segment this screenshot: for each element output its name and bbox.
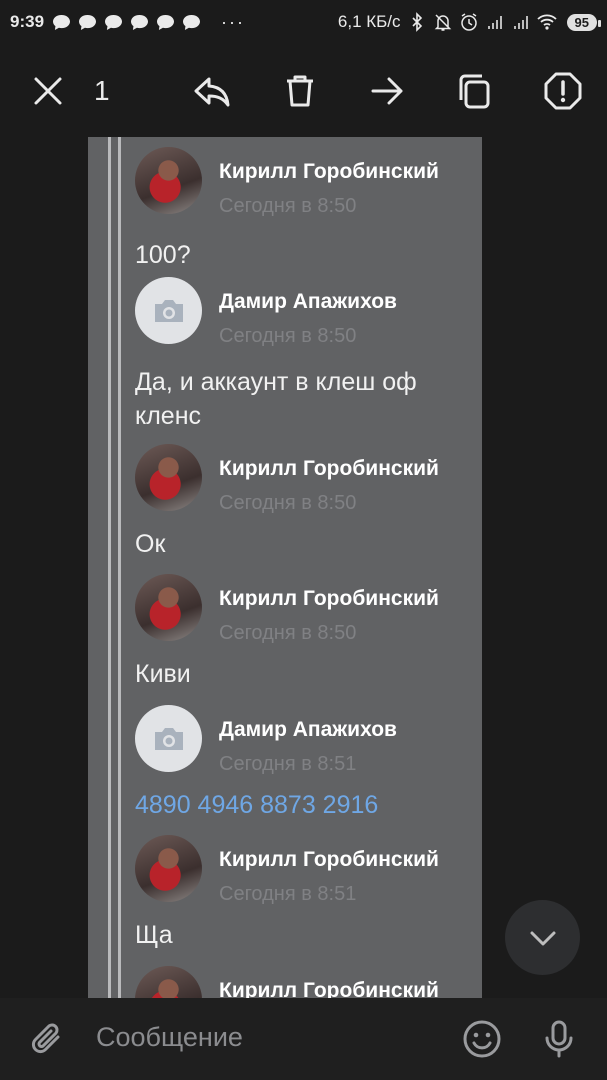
trash-icon — [287, 75, 313, 107]
message-author[interactable]: Кирилл Горобинский — [219, 160, 439, 184]
message-time: Сегодня в 8:51 — [219, 753, 357, 775]
message-author[interactable]: Кирилл Горобинский — [219, 848, 439, 872]
status-bar: 9:39 ··· 6,1 КБ/с 95 — [0, 0, 607, 44]
copy-icon — [459, 74, 490, 109]
alarm-icon — [460, 13, 477, 31]
avatar[interactable] — [135, 444, 202, 511]
camera-icon — [154, 727, 183, 750]
reply-icon — [194, 77, 230, 107]
message-text: Ок — [135, 530, 166, 558]
battery-indicator: 95 — [566, 13, 602, 31]
report-button[interactable] — [541, 69, 585, 113]
message-text: 100? — [135, 241, 191, 269]
paperclip-icon — [31, 1023, 60, 1054]
message-text: Киви — [135, 660, 191, 688]
wifi-icon — [536, 14, 557, 30]
chat-bubble-icon — [79, 14, 97, 30]
warning-octagon-icon — [544, 72, 582, 110]
camera-icon — [154, 299, 183, 322]
avatar[interactable] — [135, 277, 202, 344]
attach-button[interactable] — [27, 1018, 69, 1060]
chevron-down-icon — [530, 931, 555, 945]
forward-button[interactable] — [365, 69, 409, 113]
message-author[interactable]: Кирилл Горобинский — [219, 587, 439, 611]
emoji-button[interactable] — [461, 1018, 503, 1060]
message-time: Сегодня в 8:50 — [219, 622, 357, 644]
selection-toolbar: 1 — [0, 55, 607, 127]
chat-bubble-icon — [53, 14, 71, 30]
network-speed: 6,1 КБ/с — [337, 12, 401, 31]
arrow-right-icon — [371, 77, 403, 105]
scroll-down-button[interactable] — [505, 900, 580, 975]
close-selection-button[interactable] — [26, 69, 70, 113]
message-composer — [0, 998, 607, 1080]
more-notifications-dots: ··· — [221, 11, 246, 32]
avatar[interactable] — [135, 966, 202, 998]
message-link-text[interactable]: 4890 4946 8873 2916 — [135, 788, 465, 822]
reply-button[interactable] — [190, 69, 234, 113]
status-time: 9:39 — [10, 12, 45, 31]
message-text: Да, и аккаунт в клеш оф кленс — [135, 368, 417, 430]
message-author[interactable]: Дамир Апажихов — [219, 718, 397, 742]
quote-bar — [118, 137, 121, 998]
delete-button[interactable] — [278, 69, 322, 113]
selected-count: 1 — [94, 75, 110, 106]
signal-icon — [513, 16, 528, 29]
chat-bubble-icon — [105, 14, 123, 30]
message-time: Сегодня в 8:51 — [219, 883, 357, 905]
message-text: Ща — [135, 921, 173, 949]
forwarded-messages-panel[interactable]: Кирилл Горобинский Сегодня в 8:50 100? Д… — [88, 137, 482, 998]
avatar[interactable] — [135, 147, 202, 214]
avatar[interactable] — [135, 574, 202, 641]
message-time: Сегодня в 8:50 — [219, 195, 357, 217]
chat-bubble-icon — [157, 14, 175, 30]
mute-bell-icon — [434, 14, 451, 31]
message-input[interactable] — [96, 1022, 426, 1053]
chat-bubble-icon — [131, 14, 149, 30]
bluetooth-icon — [411, 12, 422, 32]
smile-icon — [463, 1020, 501, 1058]
quote-bar — [108, 137, 111, 998]
voice-message-button[interactable] — [538, 1018, 580, 1060]
close-icon — [34, 77, 62, 105]
microphone-icon — [545, 1020, 573, 1058]
message-time: Сегодня в 8:50 — [219, 492, 357, 514]
message-author[interactable]: Кирилл Горобинский — [219, 457, 439, 481]
avatar[interactable] — [135, 835, 202, 902]
avatar[interactable] — [135, 705, 202, 772]
message-author[interactable]: Кирилл Горобинский — [219, 979, 439, 998]
message-author[interactable]: Дамир Апажихов — [219, 290, 397, 314]
notification-icons — [52, 14, 201, 31]
copy-button[interactable] — [453, 69, 497, 113]
chat-bubble-icon — [183, 14, 201, 30]
signal-icon — [487, 16, 502, 29]
status-right: 6,1 КБ/с 95 — [337, 12, 602, 32]
message-time: Сегодня в 8:50 — [219, 325, 357, 347]
